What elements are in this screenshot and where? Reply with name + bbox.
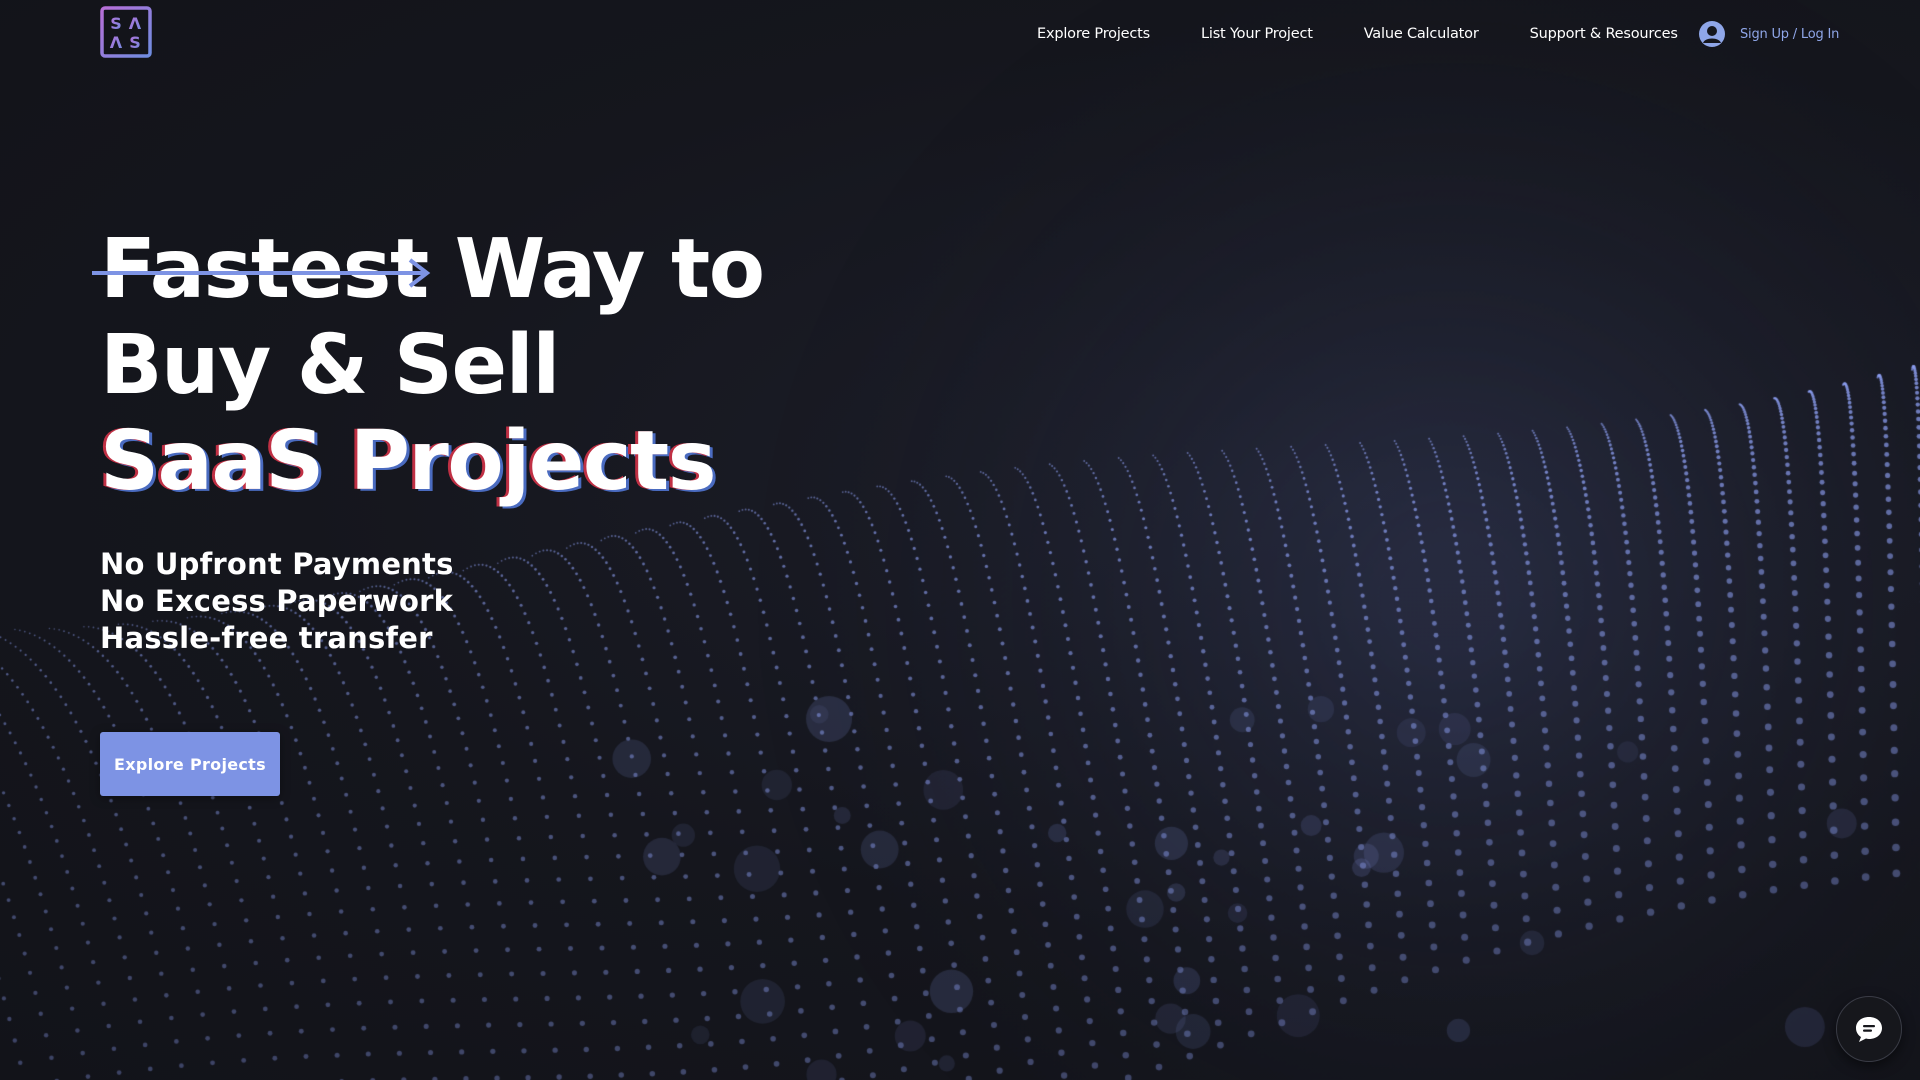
headline-line-3: SaaS Projects [100, 414, 717, 509]
particle-wave-background [0, 0, 1920, 1080]
explore-projects-button[interactable]: Explore Projects [100, 732, 280, 796]
login-label: Sign Up / Log In [1740, 26, 1840, 42]
logo-letter: S [110, 14, 122, 33]
headline-line-1-rest: Way to [427, 222, 765, 317]
strike-arrow-icon [92, 258, 431, 288]
nav-explore-projects[interactable]: Explore Projects [1037, 26, 1150, 42]
headline-line-2: Buy & Sell [100, 318, 560, 413]
benefit-list: No Upfront Payments No Excess Paperwork … [100, 546, 454, 657]
main-nav: Explore Projects List Your Project Value… [1037, 26, 1678, 42]
chat-widget-button[interactable] [1836, 996, 1902, 1062]
user-avatar-icon [1699, 21, 1725, 47]
sign-up-login-button[interactable]: Sign Up / Log In [1698, 20, 1839, 48]
nav-support-resources[interactable]: Support & Resources [1530, 26, 1678, 42]
strikethrough-word: Fastest [92, 222, 431, 318]
chat-bubble-icon [1856, 1017, 1882, 1042]
landing-page: S Λ Λ S Explore Projects List Your Proje… [0, 0, 1920, 1080]
logo-letter: Λ [110, 33, 123, 52]
nav-list-your-project[interactable]: List Your Project [1201, 26, 1313, 42]
benefit-item: No Upfront Payments [100, 547, 454, 581]
benefit-item: No Excess Paperwork [100, 584, 454, 618]
benefit-item: Hassle-free transfer [100, 621, 433, 655]
nav-value-calculator[interactable]: Value Calculator [1364, 26, 1479, 42]
saas-logo[interactable]: S Λ Λ S [100, 6, 152, 58]
hero-headline: Fastest Way to Buy & Sell SaaS Projects [92, 222, 765, 510]
headline-line-1: Fastest Way to [92, 222, 765, 318]
logo-letter: S [129, 33, 141, 52]
logo-letter: Λ [129, 14, 142, 33]
